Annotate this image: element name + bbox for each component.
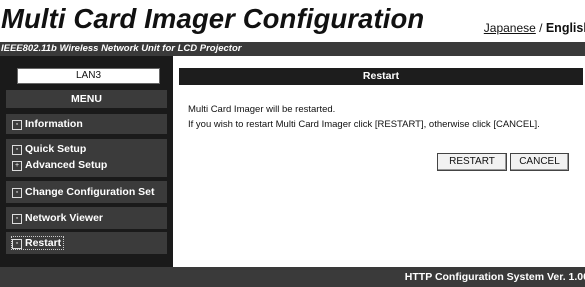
lan-selector[interactable]: LAN3 — [17, 68, 160, 84]
cancel-button[interactable]: CANCEL — [510, 153, 569, 171]
restart-button[interactable]: RESTART — [437, 153, 507, 171]
sidebar-item-label: Change Configuration Set — [25, 186, 155, 198]
plus-box-icon: + — [12, 161, 22, 171]
page-title: Multi Card Imager Configuration — [1, 3, 425, 34]
square-dot-icon: ▫ — [12, 188, 22, 198]
english-label: English — [545, 21, 585, 35]
square-dot-icon: ▫ — [12, 120, 22, 130]
sidebar-item-label: Information — [25, 118, 83, 130]
footer: HTTP Configuration System Ver. 1.00 — [0, 267, 585, 287]
sidebar-item-information[interactable]: ▫ Information — [6, 114, 167, 134]
japanese-link[interactable]: Japanese — [484, 21, 536, 35]
main-content: Restart Multi Card Imager will be restar… — [173, 56, 585, 267]
header: Multi Card Imager Configuration Japanese… — [0, 3, 585, 41]
restart-message-line2: If you wish to restart Multi Card Imager… — [188, 119, 540, 130]
sidebar-item-network-viewer[interactable]: ▫ Network Viewer — [6, 207, 167, 229]
sidebar-item-restart[interactable]: ▫ Restart — [6, 232, 167, 254]
panel-title: Restart — [179, 68, 583, 85]
language-separator: / — [535, 21, 546, 35]
sidebar-item-advanced-setup[interactable]: + Advanced Setup — [12, 159, 107, 171]
sidebar-item-label: Network Viewer — [25, 212, 104, 224]
square-dot-icon: ▫ — [12, 239, 22, 249]
subtitle: IEEE802.11b Wireless Network Unit for LC… — [1, 43, 242, 54]
sidebar-item-label: Restart — [25, 237, 62, 249]
sidebar-group-setup: ▫ Quick Setup + Advanced Setup — [6, 139, 167, 177]
version-text: HTTP Configuration System Ver. 1.00 — [404, 271, 585, 283]
subtitle-bar: IEEE802.11b Wireless Network Unit for LC… — [0, 42, 585, 56]
sidebar-item-label: Advanced Setup — [25, 159, 108, 171]
sidebar-item-quick-setup[interactable]: ▫ Quick Setup — [12, 143, 86, 155]
sidebar: LAN3 MENU ▫ Information ▫ Quick Setup + Adv… — [0, 56, 173, 267]
language-switcher: Japanese / English — [484, 21, 585, 35]
menu-header: MENU — [6, 90, 167, 108]
square-dot-icon: ▫ — [12, 214, 22, 224]
sidebar-item-change-configuration-set[interactable]: ▫ Change Configuration Set — [6, 181, 167, 203]
square-dot-icon: ▫ — [12, 145, 22, 155]
restart-message-line1: Multi Card Imager will be restarted. — [188, 104, 336, 115]
sidebar-item-label: Quick Setup — [25, 143, 87, 155]
